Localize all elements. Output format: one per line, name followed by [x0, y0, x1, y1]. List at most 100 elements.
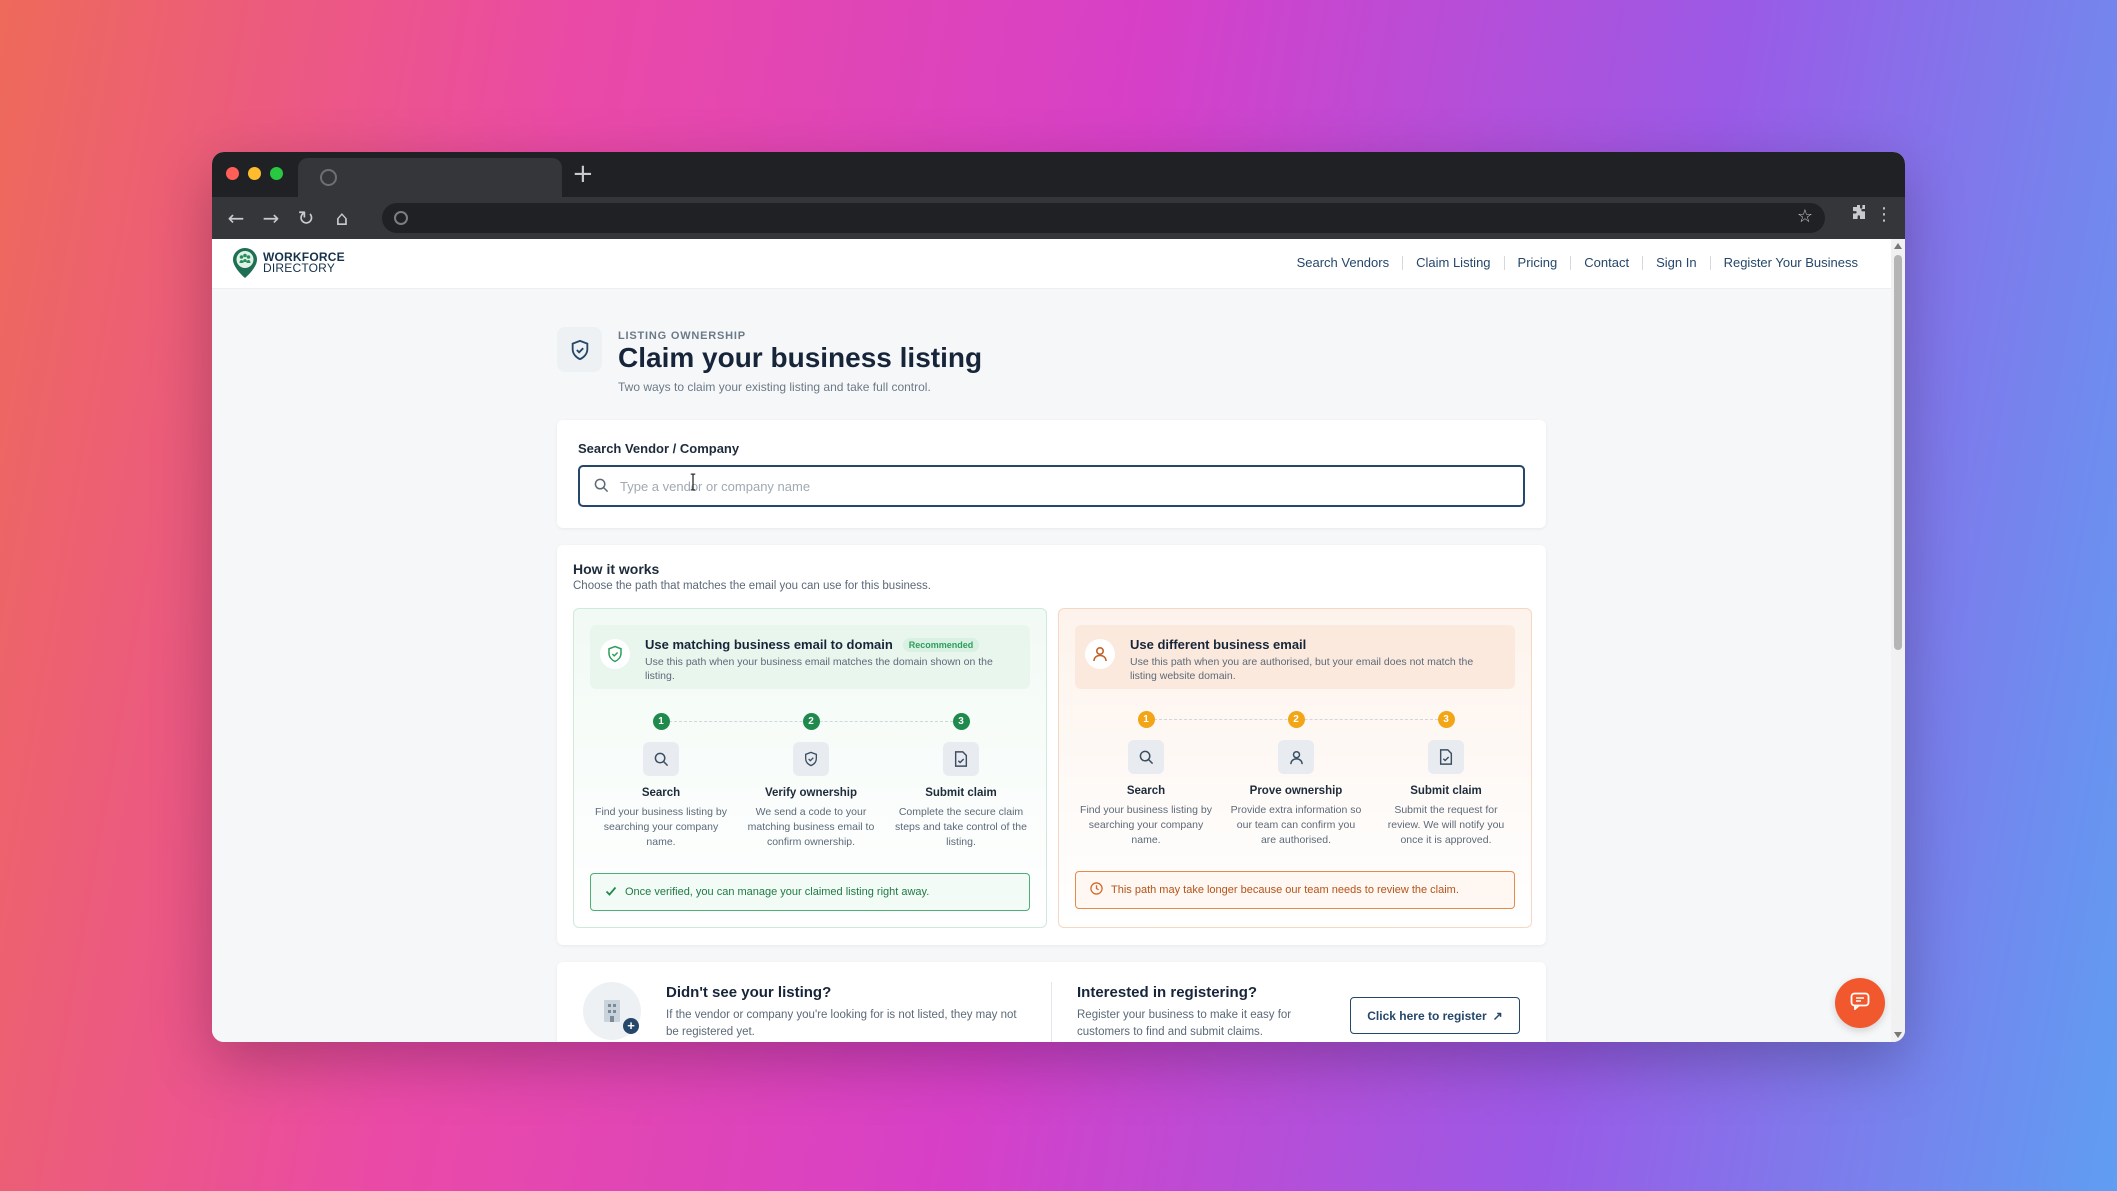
nav-claim-listing[interactable]: Claim Listing	[1402, 256, 1503, 270]
site-logo[interactable]: WORKFORCE DIRECTORY	[232, 247, 345, 279]
document-icon	[1428, 740, 1464, 774]
shield-check-icon	[600, 639, 630, 669]
step-title: Prove ownership	[1249, 785, 1343, 797]
warning-note: This path may take longer because our te…	[1075, 871, 1515, 909]
bottom-cta-card: + Didn't see your listing? If the vendor…	[557, 962, 1546, 1042]
register-button-label: Click here to register	[1367, 1008, 1487, 1023]
path-header: Use different business email Use this pa…	[1075, 625, 1515, 689]
step-number: 1	[1137, 711, 1155, 728]
step-description: Complete the secure claim steps and take…	[895, 806, 1027, 848]
step-description: Submit the request for review. We will n…	[1387, 804, 1505, 846]
minimize-window-button[interactable]	[248, 167, 261, 180]
checkmark-icon	[605, 885, 617, 900]
search-icon	[1128, 740, 1164, 774]
bookmark-star-icon[interactable]: ☆	[1797, 206, 1813, 227]
browser-toolbar: ← → ↻ ⌂ ☆ ⋮	[212, 197, 1905, 239]
how-it-works-card: How it works Choose the path that matche…	[557, 545, 1546, 945]
step-title: Search	[641, 787, 681, 799]
logo-pin-icon	[233, 248, 257, 278]
home-button[interactable]: ⌂	[328, 204, 356, 232]
path-title-text: Use matching business email to domain	[645, 637, 893, 652]
step-title: Verify ownership	[764, 787, 858, 799]
recommended-badge: Recommended	[902, 638, 980, 652]
back-button[interactable]: ←	[222, 204, 250, 232]
register-title: Interested in registering?	[1077, 984, 1258, 1001]
address-bar[interactable]: ☆	[382, 203, 1825, 233]
new-tab-button[interactable]: +	[572, 158, 594, 190]
how-title: How it works	[573, 561, 660, 577]
path-description: Use this path when your business email m…	[645, 656, 993, 682]
step-search: 1 Search Find your business listing by s…	[586, 713, 736, 850]
nav-search-vendors[interactable]: Search Vendors	[1284, 256, 1403, 270]
nav-contact[interactable]: Contact	[1570, 256, 1642, 270]
nav-pricing[interactable]: Pricing	[1503, 256, 1571, 270]
close-window-button[interactable]	[226, 167, 239, 180]
scroll-up-arrow-icon[interactable]	[1894, 243, 1902, 249]
chat-button[interactable]	[1835, 978, 1885, 1028]
plus-icon: +	[623, 1018, 639, 1034]
path-title: Use matching business email to domain Rec…	[645, 637, 980, 652]
browser-window: + ← → ↻ ⌂ ☆ ⋮ WORKFORCE DIRECTORY Search…	[212, 152, 1905, 1042]
user-icon	[1278, 740, 1314, 774]
browser-menu-icon[interactable]: ⋮	[1875, 204, 1893, 225]
text-cursor-icon	[690, 473, 696, 491]
step-description: We send a code to your matching business…	[747, 806, 875, 848]
user-icon	[1085, 639, 1115, 669]
maximize-window-button[interactable]	[270, 167, 283, 180]
step-number: 3	[1437, 711, 1455, 728]
page-title: Claim your business listing	[618, 342, 983, 373]
page-subtitle: Two ways to claim your existing listing …	[618, 380, 931, 394]
search-input[interactable]	[620, 475, 1500, 497]
site-info-icon[interactable]	[394, 211, 408, 225]
step-prove-ownership: 2 Prove ownership Provide extra informat…	[1221, 711, 1371, 848]
shield-check-icon	[557, 327, 602, 372]
document-icon	[943, 742, 979, 776]
logo-line-2: DIRECTORY	[263, 261, 336, 275]
path-different-email[interactable]: Use different business email Use this pa…	[1058, 608, 1532, 928]
path-header: Use matching business email to domain Rec…	[590, 625, 1030, 689]
missing-listing-description: If the vendor or company you're looking …	[666, 1009, 1017, 1038]
scroll-down-arrow-icon[interactable]	[1894, 1032, 1902, 1038]
step-title: Search	[1126, 785, 1166, 797]
path-title: Use different business email	[1130, 637, 1307, 652]
scrollbar-thumb[interactable]	[1894, 255, 1902, 650]
external-link-icon: ↗	[1492, 1008, 1503, 1023]
steps: 1 Search Find your business listing by s…	[584, 713, 1038, 863]
steps: 1 Search Find your business listing by s…	[1069, 711, 1523, 861]
step-submit-claim: 3 Submit claim Submit the request for re…	[1371, 711, 1521, 848]
step-description: Find your business listing by searching …	[1080, 804, 1212, 846]
reload-button[interactable]: ↻	[292, 204, 320, 232]
search-icon	[594, 478, 609, 498]
site-header: WORKFORCE DIRECTORY Search Vendors Claim…	[212, 239, 1891, 289]
forward-button[interactable]: →	[257, 204, 285, 232]
globe-icon	[320, 169, 337, 186]
nav-register-business[interactable]: Register Your Business	[1709, 256, 1871, 270]
search-card: Search Vendor / Company	[557, 420, 1546, 528]
puzzle-icon[interactable]	[1851, 204, 1867, 225]
clock-icon	[1090, 882, 1103, 898]
nav-sign-in[interactable]: Sign In	[1642, 256, 1709, 270]
page-heading: LISTING OWNERSHIP Claim your business li…	[557, 327, 1546, 397]
tab-bar: +	[212, 152, 1905, 197]
step-number: 2	[802, 713, 820, 730]
chat-icon	[1850, 992, 1870, 1015]
step-title: Submit claim	[1410, 785, 1482, 797]
step-number: 1	[652, 713, 670, 730]
path-matching-email[interactable]: Use matching business email to domain Rec…	[573, 608, 1047, 928]
shield-icon	[793, 742, 829, 776]
success-note: Once verified, you can manage your claim…	[590, 873, 1030, 911]
step-description: Provide extra information so our team ca…	[1230, 804, 1362, 846]
building-plus-icon: +	[583, 982, 641, 1040]
logo-text: WORKFORCE DIRECTORY	[263, 251, 345, 275]
register-button[interactable]: Click here to register ↗	[1350, 997, 1520, 1034]
warning-note-text: This path may take longer because our te…	[1111, 884, 1459, 896]
divider	[1051, 982, 1052, 1042]
success-note-text: Once verified, you can manage your claim…	[625, 886, 930, 898]
page-scrollbar[interactable]	[1891, 239, 1905, 1042]
step-submit-claim: 3 Submit claim Complete the secure claim…	[886, 713, 1036, 850]
path-description: Use this path when you are authorised, b…	[1130, 656, 1474, 682]
window-controls	[226, 167, 283, 180]
browser-tab[interactable]	[298, 158, 562, 197]
missing-listing-title: Didn't see your listing?	[666, 984, 832, 1001]
search-box[interactable]	[578, 465, 1525, 507]
